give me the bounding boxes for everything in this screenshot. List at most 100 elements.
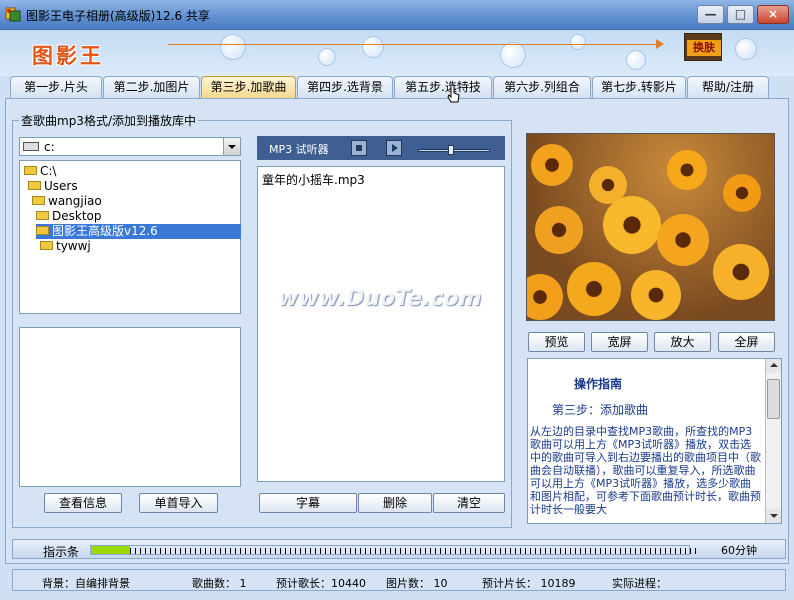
bubble-decoration [318,48,336,66]
dropdown-button[interactable] [223,138,240,155]
status-progress: 实际进程： [612,577,667,590]
stop-icon [356,145,362,151]
maximize-button[interactable]: □ [727,5,754,24]
tab-step3[interactable]: 第三步.加歌曲 [201,76,296,98]
song-playlist[interactable]: 童年的小摇车.mp3 [257,166,505,482]
folder-icon [28,181,41,190]
folder-icon [24,166,37,175]
folder-icon [32,196,45,205]
minimize-icon: — [704,7,717,21]
status-background: 背景：自编排背景 [42,577,130,590]
list-item[interactable]: 童年的小摇车.mp3 [262,171,365,188]
folder-tree[interactable]: C:\ Users wangjiao Desktop 图影王高级版v12.6 t… [19,160,241,314]
flower-shape [667,150,707,190]
banner-line [168,44,660,45]
stop-button[interactable] [351,140,367,156]
clear-button[interactable]: 清空 [433,493,505,513]
arrow-down-icon [770,514,778,518]
app-icon [5,7,21,22]
maximize-icon: □ [734,7,747,21]
view-info-button[interactable]: 查看信息 [44,493,122,513]
tab-step7[interactable]: 第七步.转影片 [592,76,686,98]
close-button[interactable]: × [757,5,789,24]
scroll-down-button[interactable] [766,509,781,523]
flower-shape [657,214,709,266]
folder-icon [36,211,49,220]
step-tabs: 第一步.片头 第二步.加图片 第三步.加歌曲 第四步.选背景 第五步.选特技 第… [0,76,794,98]
indicator-time: 60分钟 [721,544,757,557]
play-icon [392,144,398,152]
preview-image [526,133,775,321]
tree-node[interactable]: tywwj [40,239,91,254]
bubble-decoration [626,50,646,70]
flower-shape [531,144,573,186]
flower-shape [713,244,769,300]
drive-icon [23,142,39,151]
skin-button[interactable]: 换肤 [684,33,722,61]
tree-node[interactable]: Desktop [36,209,102,224]
indicator-ticks [130,548,700,554]
tree-node[interactable]: C:\ [24,164,56,179]
tab-help[interactable]: 帮助/注册 [687,76,769,98]
status-song-count: 歌曲数： 1 [192,577,247,590]
tab-step4[interactable]: 第四步.选背景 [297,76,393,98]
bubble-decoration [735,38,757,60]
bubble-decoration [362,36,384,58]
flower-shape [723,174,761,212]
flower-shape [631,270,681,320]
status-song-length: 预计歌长：10440 [276,577,366,590]
tree-node-label: wangjiao [48,194,102,208]
tab-step2[interactable]: 第二步.加图片 [103,76,200,98]
drive-select[interactable]: c: [19,137,241,156]
flower-shape [527,274,563,320]
file-list-box[interactable] [19,327,241,487]
status-image-count: 图片数： 10 [386,577,448,590]
volume-slider[interactable] [418,149,490,152]
app-logo: 图影王 [32,44,104,68]
tree-node-selected[interactable]: 图影王高级版v12.6 [36,224,241,239]
mp3-player-bar: MP3 试听器 [257,136,505,160]
scroll-thumb[interactable] [767,379,780,419]
mp3-player-label: MP3 试听器 [269,143,329,156]
watermark: www.DuoTe.com [278,286,482,311]
volume-slider-thumb[interactable] [447,145,454,155]
mouse-cursor-icon [447,84,460,103]
banner-arrow-icon [656,39,664,49]
widescreen-button[interactable]: 宽屏 [591,332,648,352]
import-single-button[interactable]: 单首导入 [139,493,218,513]
banner: 图影王 换肤 [0,30,794,76]
tree-node-label: Users [44,179,78,193]
subtitle-button[interactable]: 字幕 [259,493,357,513]
play-button[interactable] [386,140,402,156]
minimize-button[interactable]: — [697,5,724,24]
tab-step6[interactable]: 第六步.列组合 [493,76,591,98]
status-film-length: 预计片长： 10189 [482,577,576,590]
chevron-down-icon [228,145,236,149]
scroll-up-button[interactable] [766,359,781,373]
tree-node[interactable]: Users [28,179,78,194]
bubble-decoration [570,34,586,50]
flower-shape [567,262,621,316]
tab-step5[interactable]: 第五步.选特技 [394,76,492,98]
drive-value: c: [44,140,55,154]
skin-button-label: 换肤 [687,40,721,56]
folder-open-icon [36,226,49,235]
song-search-group-title: 查歌曲mp3格式/添加到播放库中 [19,112,198,129]
tree-node[interactable]: wangjiao [32,194,102,209]
window-title: 图影王电子相册(高级版)12.6 共享 [26,9,210,23]
tree-node-label: Desktop [52,209,102,223]
flower-shape [535,206,583,254]
bubble-decoration [500,42,526,68]
tree-node-label: C:\ [40,164,57,178]
delete-button[interactable]: 删除 [358,493,432,513]
title-bar: 图影王电子相册(高级版)12.6 共享 — □ × [0,0,794,30]
bubble-decoration [220,34,246,60]
indicator-fill [91,546,130,554]
guide-step: 第三步：添加歌曲 [552,403,649,417]
zoom-button[interactable]: 放大 [654,332,711,352]
tab-step1[interactable]: 第一步.片头 [10,76,102,98]
fullscreen-button[interactable]: 全屏 [718,332,775,352]
guide-scrollbar[interactable] [765,359,781,523]
arrow-up-icon [770,363,778,367]
preview-button[interactable]: 预览 [528,332,585,352]
